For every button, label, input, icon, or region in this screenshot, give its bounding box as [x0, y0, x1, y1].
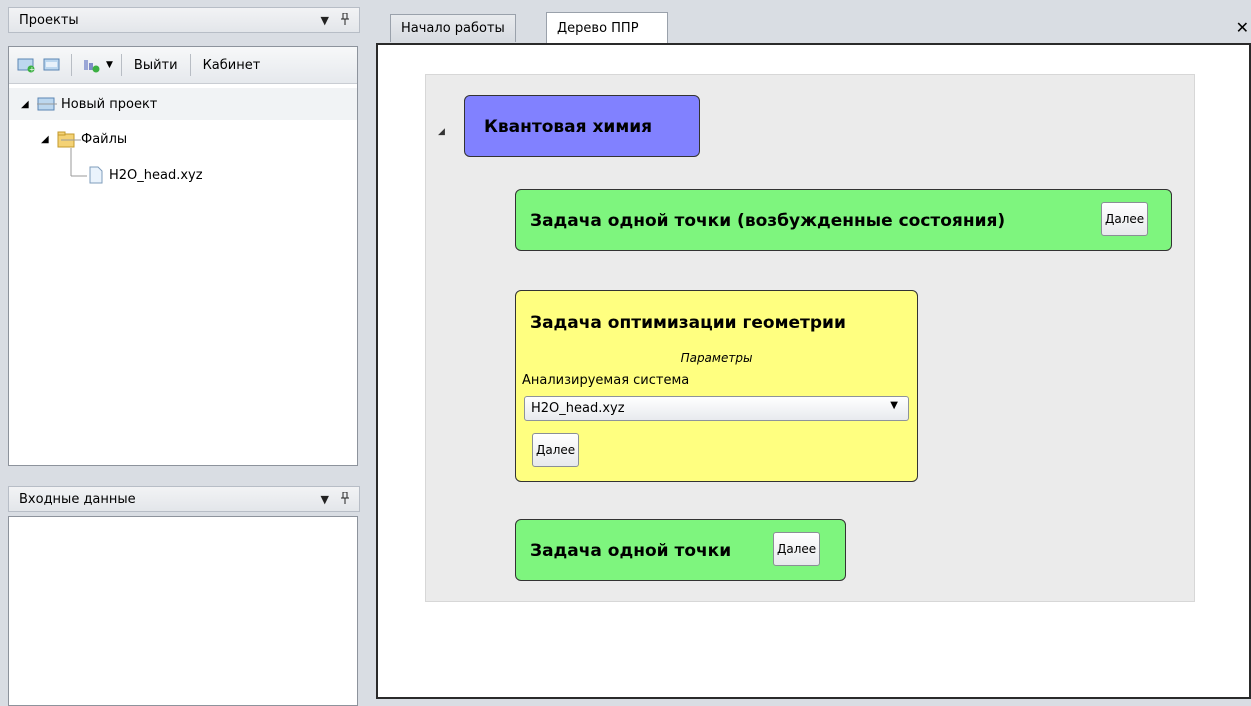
chevron-down-icon: ▼ — [890, 400, 898, 411]
toolbar-separator — [71, 54, 72, 76]
excited-states-label: Задача одной точки (возбужденные состоян… — [530, 211, 1006, 231]
projects-panel: Проекты ▼ + ▼ Выйти Кабинет ◢ Новый прое… — [0, 0, 368, 478]
exit-button[interactable]: Выйти — [130, 56, 182, 75]
root-node-label: Квантовая химия — [484, 117, 653, 137]
system-select-value: H2O_head.xyz — [531, 401, 625, 416]
input-panel-title: Входные данные — [19, 491, 136, 507]
projects-panel-body: + ▼ Выйти Кабинет ◢ Новый проект ◢ Файлы… — [8, 46, 358, 466]
excited-states-node[interactable]: Задача одной точки (возбужденные состоян… — [515, 189, 1172, 251]
document-tabbar: Начало работы Дерево ППР ✕ — [376, 0, 1251, 44]
cabinet-button[interactable]: Кабинет — [199, 56, 265, 75]
tree-canvas: ◢ Квантовая химия Задача одной точки (во… — [425, 74, 1195, 602]
new-project-icon[interactable]: + — [15, 54, 37, 76]
system-select[interactable]: H2O_head.xyz ▼ — [524, 396, 909, 421]
projects-panel-header: Проекты ▼ — [8, 7, 360, 33]
tab-ppr-tree[interactable]: Дерево ППР — [546, 12, 668, 43]
add-item-icon[interactable] — [80, 54, 102, 76]
tab-label: Начало работы — [401, 21, 505, 36]
input-panel-header: Входные данные ▼ — [8, 486, 360, 512]
projects-panel-title: Проекты — [19, 12, 79, 28]
root-node[interactable]: Квантовая химия — [464, 95, 700, 157]
input-panel: Входные данные ▼ — [0, 478, 368, 706]
add-item-dropdown-icon[interactable]: ▼ — [106, 60, 113, 70]
single-point-label: Задача одной точки — [530, 541, 732, 561]
pin-icon[interactable] — [341, 491, 349, 507]
geometry-optimization-node[interactable]: Задача оптимизации геометрии Параметры А… — [515, 290, 918, 482]
collapse-icon[interactable]: ◢ — [438, 127, 445, 137]
toolbar-separator — [189, 54, 191, 76]
toolbar-separator — [120, 54, 122, 76]
next-button[interactable]: Далее — [773, 532, 821, 566]
ppr-tree-document: ◢ Квантовая химия Задача одной точки (во… — [376, 43, 1251, 699]
system-label: Анализируемая система — [522, 373, 690, 388]
projects-toolbar: + ▼ Выйти Кабинет — [9, 47, 357, 84]
input-panel-body — [8, 516, 358, 706]
dropdown-icon[interactable]: ▼ — [321, 14, 329, 27]
params-title: Параметры — [680, 351, 753, 365]
svg-text:+: + — [29, 66, 35, 74]
next-button[interactable]: Далее — [532, 433, 580, 467]
geometry-optimization-label: Задача оптимизации геометрии — [530, 313, 846, 333]
pin-icon[interactable] — [341, 12, 349, 28]
single-point-node[interactable]: Задача одной точки Далее — [515, 519, 846, 581]
tab-label: Дерево ППР — [557, 20, 639, 36]
close-icon[interactable]: ✕ — [1236, 18, 1249, 37]
tab-getting-started[interactable]: Начало работы — [390, 14, 516, 42]
open-project-icon[interactable] — [41, 54, 63, 76]
tree-lines — [37, 103, 87, 177]
next-button[interactable]: Далее — [1101, 202, 1149, 236]
dropdown-icon[interactable]: ▼ — [321, 493, 329, 506]
